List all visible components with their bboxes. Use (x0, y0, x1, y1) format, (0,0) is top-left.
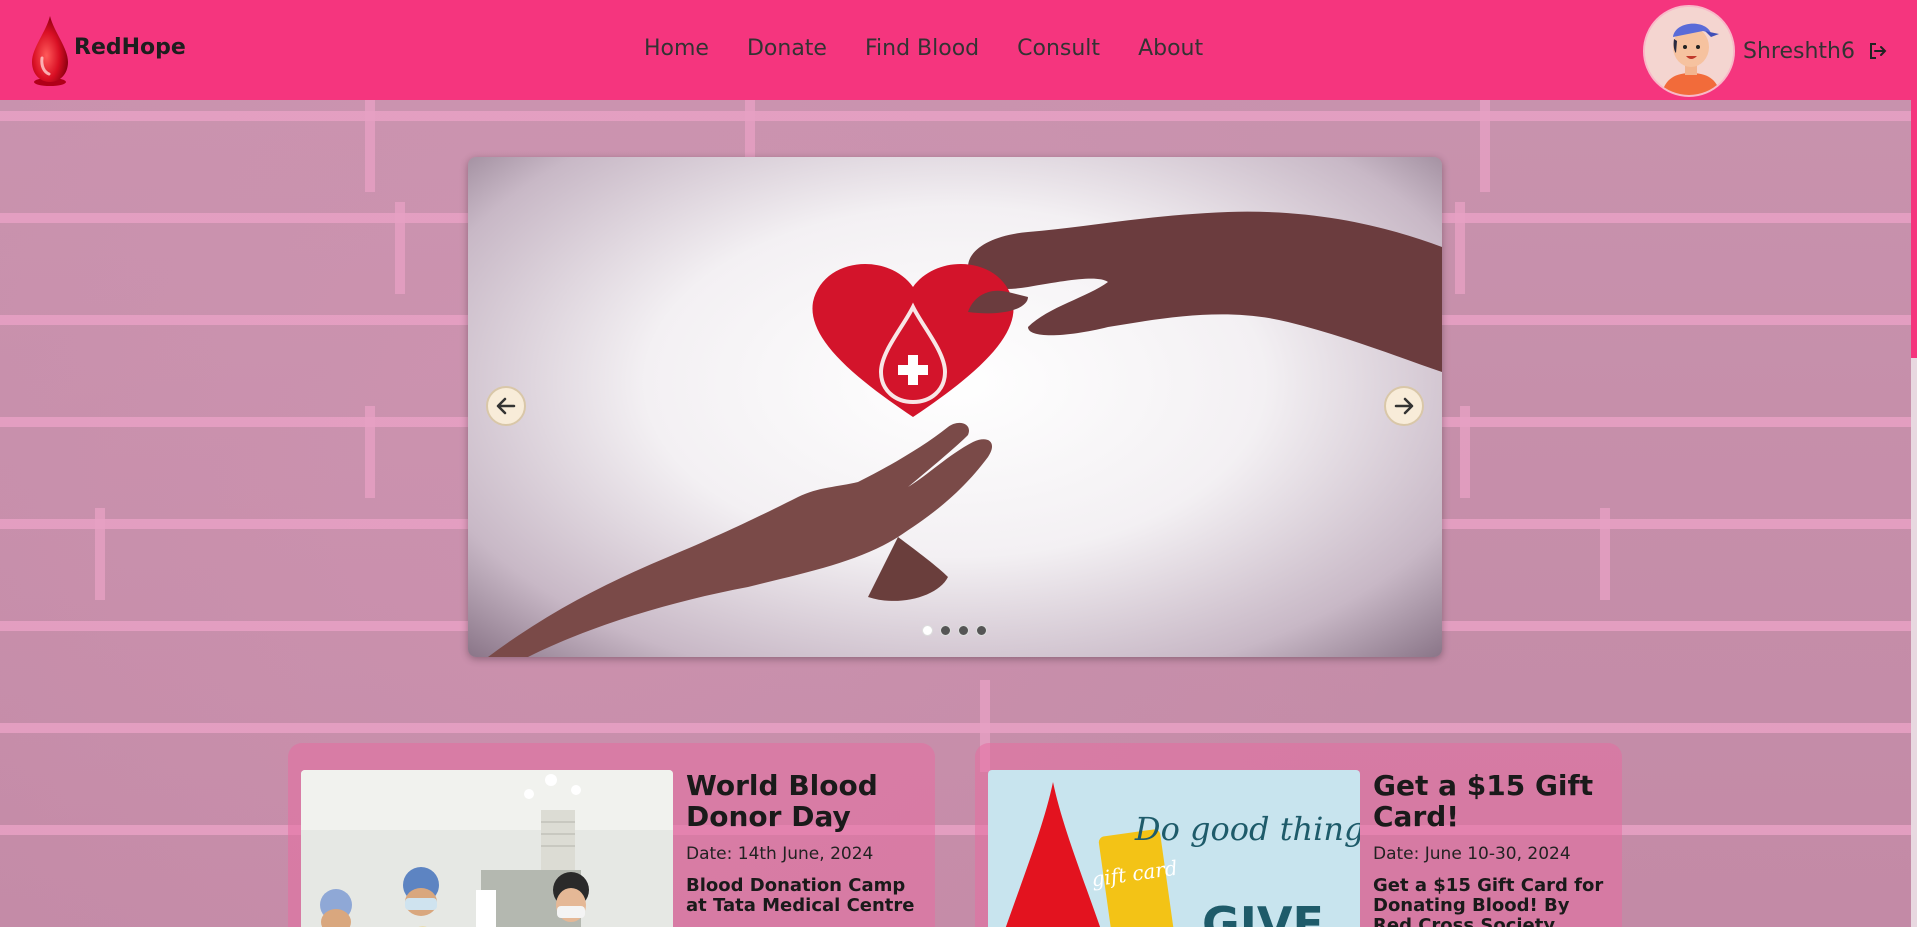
hero-carousel (468, 157, 1442, 657)
event-card[interactable]: gift card Do good things. GIVE Get a $15… (975, 743, 1622, 927)
event-date: Date: June 10-30, 2024 (1373, 844, 1571, 864)
event-card-body: Get a $15 Gift Card! Date: June 10-30, 2… (1373, 770, 1608, 927)
event-description: Blood Donation Camp at Tata Medical Cent… (686, 875, 915, 916)
carousel-indicators (922, 625, 987, 636)
navbar: RedHope Home Donate Find Blood Consult A… (0, 0, 1917, 100)
carousel-dot-4[interactable] (976, 625, 987, 636)
user-avatar-icon (1645, 7, 1734, 95)
hands-heart-image (488, 211, 1442, 657)
page-scrollbar[interactable] (1911, 100, 1917, 927)
nav-about[interactable]: About (1138, 36, 1203, 61)
blood-drop-icon (32, 16, 68, 86)
arrow-left-icon (496, 397, 516, 415)
avatar[interactable] (1643, 5, 1736, 97)
event-title: World Blood Donor Day (686, 769, 878, 833)
carousel-dot-1[interactable] (922, 625, 933, 636)
carousel-next-button[interactable] (1384, 386, 1424, 426)
gift-card-promo-image: gift card Do good things. GIVE (988, 770, 1360, 927)
event-card-body: World Blood Donor Day Date: 14th June, 2… (686, 770, 921, 927)
event-description: Get a $15 Gift Card for Donating Blood! … (1373, 875, 1604, 927)
event-card[interactable]: World Blood Donor Day Date: 14th June, 2… (288, 743, 935, 927)
carousel-dot-2[interactable] (940, 625, 951, 636)
event-image (301, 770, 673, 927)
carousel-prev-button[interactable] (486, 386, 526, 426)
event-date: Date: 14th June, 2024 (686, 844, 874, 864)
scrollbar-thumb[interactable] (1911, 100, 1917, 358)
nav-find-blood[interactable]: Find Blood (865, 36, 979, 61)
event-title: Get a $15 Gift Card! (1373, 769, 1594, 833)
nav-donate[interactable]: Donate (747, 36, 827, 61)
username: Shreshth6 (1743, 38, 1855, 64)
main-nav: Home Donate Find Blood Consult About (644, 36, 1241, 61)
logout-icon[interactable] (1867, 40, 1889, 62)
brand-logo[interactable]: RedHope (28, 14, 186, 88)
brand-name: RedHope (74, 34, 186, 60)
promo-slogan-text: Do good things. (1134, 810, 1360, 848)
donation-camp-photo (301, 770, 673, 927)
user-menu: Shreshth6 (1643, 5, 1889, 97)
nav-home[interactable]: Home (644, 36, 709, 61)
carousel-dot-3[interactable] (958, 625, 969, 636)
arrow-right-icon (1394, 397, 1414, 415)
promo-cta-text: GIVE (1202, 897, 1324, 927)
nav-consult[interactable]: Consult (1017, 36, 1100, 61)
event-image: gift card Do good things. GIVE (988, 770, 1360, 927)
